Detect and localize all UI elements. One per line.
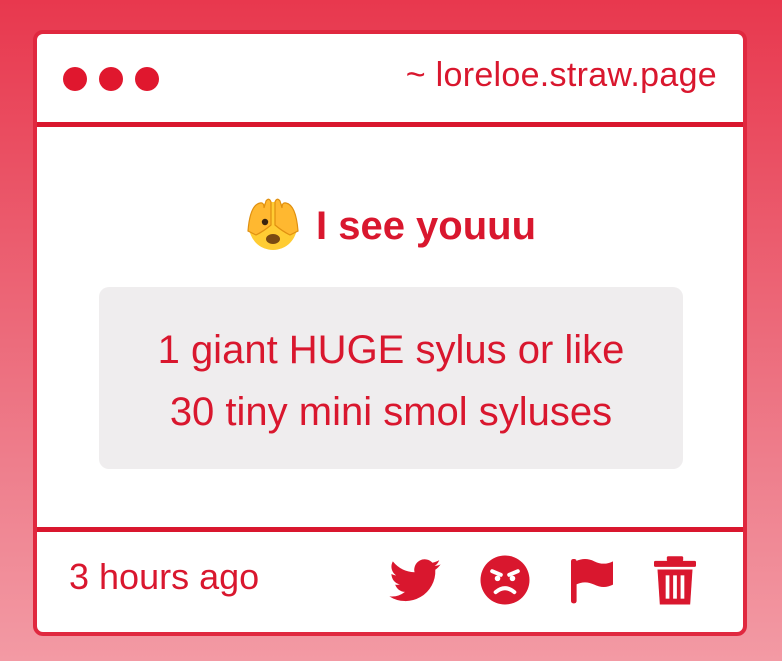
- site-url[interactable]: ~ loreloe.straw.page: [406, 56, 717, 95]
- quote-line-2: 30 tiny mini smol syluses: [169, 390, 613, 434]
- twitter-icon[interactable]: [387, 552, 443, 608]
- post-title-row: I see youuu: [37, 195, 743, 253]
- flag-icon[interactable]: [564, 552, 620, 608]
- post-content: I see youuu 1 giant HUGE sylus or like 3…: [37, 127, 743, 527]
- angry-face-icon[interactable]: [477, 552, 533, 608]
- window-dot-2: [99, 67, 123, 91]
- post-footer: 3 hours ago: [37, 527, 743, 632]
- timestamp: 3 hours ago: [69, 556, 260, 597]
- quote-line-1: 1 giant HUGE sylus or like: [157, 328, 625, 372]
- window-dot-1: [63, 67, 87, 91]
- peeking-face-icon: [244, 195, 302, 253]
- post-window: ~ loreloe.straw.page I see youuu 1 giant…: [33, 30, 747, 636]
- post-quote: 1 giant HUGE sylus or like 30 tiny mini …: [99, 287, 683, 469]
- trash-icon[interactable]: [647, 552, 703, 608]
- post-title: I see youuu: [315, 204, 537, 248]
- window-dot-3: [135, 67, 159, 91]
- window-titlebar: ~ loreloe.straw.page: [37, 34, 743, 127]
